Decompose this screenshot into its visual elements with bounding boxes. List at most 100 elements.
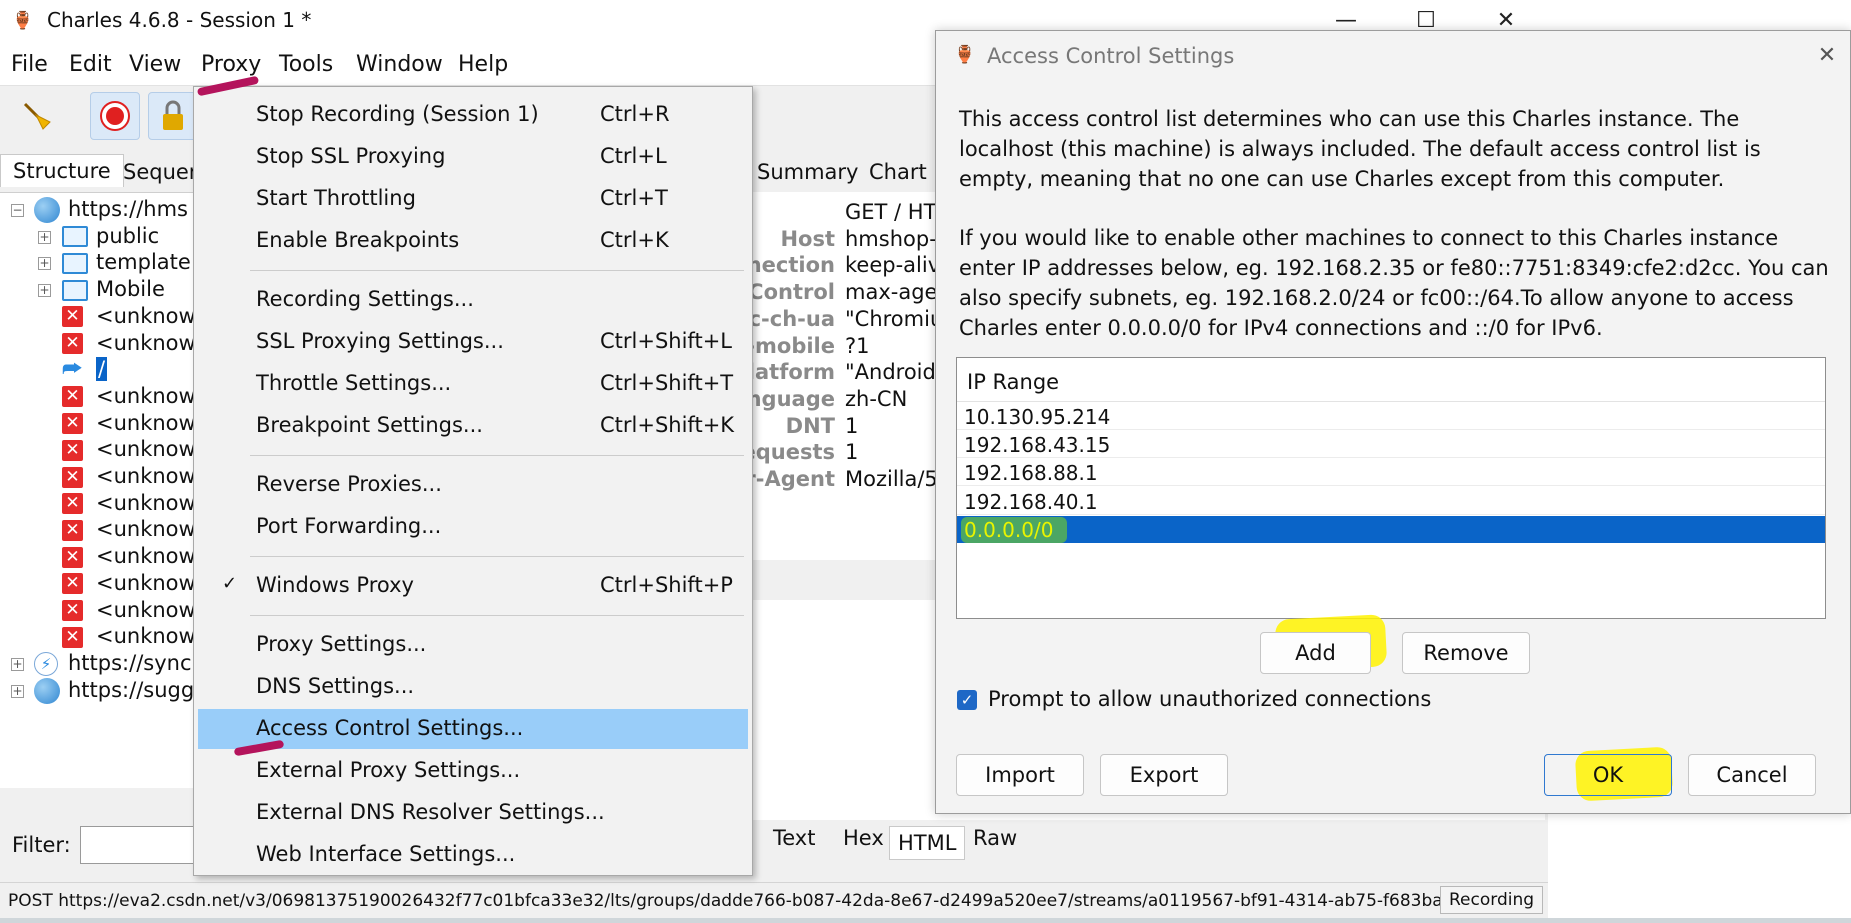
proxy-menu-item[interactable]: External DNS Resolver Settings... <box>198 793 748 833</box>
proxy-menu-item[interactable]: Throttle Settings... Ctrl+Shift+T <box>198 364 748 404</box>
recording-status-badge[interactable]: Recording <box>1440 886 1544 914</box>
filter-label: Filter: <box>12 833 71 857</box>
expand-toggle-icon[interactable]: + <box>11 684 24 698</box>
tab-text[interactable]: Text <box>765 822 823 854</box>
error-icon: ✕ <box>62 306 83 328</box>
proxy-menu-item[interactable]: External Proxy Settings... <box>198 751 748 791</box>
tree-node-label: <unknow <box>96 570 195 595</box>
menu-view[interactable]: View <box>129 52 181 77</box>
proxy-menu-item[interactable]: SSL Proxying Settings... Ctrl+Shift+L <box>198 322 748 362</box>
menu-item-label: Access Control Settings... <box>256 716 524 740</box>
header-value: Mozilla/5 <box>845 467 938 491</box>
remove-button[interactable]: Remove <box>1402 632 1530 674</box>
proxy-menu-item[interactable]: Proxy Settings... <box>198 625 748 665</box>
error-icon: ✕ <box>62 413 83 435</box>
navigator-tabs: Structure Sequer <box>0 154 200 190</box>
ip-range-row[interactable]: 0.0.0.0/0 <box>957 515 1825 543</box>
ip-range-row[interactable]: 192.168.40.1 <box>957 488 1825 515</box>
error-icon: ✕ <box>62 466 83 488</box>
ssl-proxying-button[interactable] <box>148 92 198 140</box>
menu-file[interactable]: File <box>11 52 48 77</box>
tree-node-label: public <box>96 223 160 248</box>
filter-input[interactable] <box>80 826 200 864</box>
header-value: zh-CN <box>845 386 908 411</box>
menu-item-shortcut: Ctrl+L <box>600 144 667 168</box>
ip-range-header[interactable]: IP Range <box>957 358 1825 402</box>
proxy-menu-item[interactable]: Recording Settings... <box>198 280 748 320</box>
header-key: latform <box>747 360 835 385</box>
redirect-arrow-icon: ⮫ <box>62 357 83 383</box>
instructions-paragraph: If you would like to enable other machin… <box>959 226 1829 340</box>
error-icon: ✕ <box>62 600 83 621</box>
dialog-close-button[interactable]: ✕ <box>1812 41 1842 71</box>
ip-range-value: 192.168.40.1 <box>964 489 1098 514</box>
clear-session-button[interactable] <box>12 92 62 140</box>
menu-edit[interactable]: Edit <box>69 52 112 77</box>
proxy-menu-item[interactable]: Stop SSL Proxying Ctrl+L <box>198 137 748 177</box>
proxy-menu-item[interactable]: Start Throttling Ctrl+T <box>198 179 748 219</box>
error-icon: ✕ <box>62 386 83 408</box>
proxy-menu-item[interactable]: Port Forwarding... <box>198 507 748 547</box>
ip-range-value: 0.0.0.0/0 <box>964 517 1054 542</box>
tab-summary[interactable]: Summary <box>745 156 870 188</box>
error-icon: ✕ <box>62 333 83 354</box>
menu-item-shortcut: Ctrl+Shift+K <box>600 413 735 437</box>
record-button[interactable] <box>90 92 140 140</box>
expand-toggle-icon[interactable]: + <box>38 284 51 298</box>
ip-range-row[interactable]: 192.168.88.1 <box>957 459 1825 487</box>
import-button[interactable]: Import <box>956 754 1084 796</box>
menu-help[interactable]: Help <box>458 52 508 77</box>
proxy-dropdown-menu: Stop Recording (Session 1) Ctrl+R Stop SSL… <box>193 86 753 876</box>
tab-chart[interactable]: Chart <box>857 156 939 188</box>
prompt-label: Prompt to allow unauthorized connections <box>988 687 1432 711</box>
proxy-menu-item[interactable]: Breakpoint Settings... Ctrl+Shift+K <box>198 406 748 446</box>
error-icon: ✕ <box>62 519 83 541</box>
header-key: a-mobile <box>745 333 835 358</box>
expand-toggle-icon[interactable]: + <box>38 230 51 244</box>
export-button[interactable]: Export <box>1100 754 1228 796</box>
ip-range-value: 10.130.95.214 <box>964 405 1111 429</box>
menu-item-label: Reverse Proxies... <box>256 472 442 496</box>
prompt-checkbox[interactable]: ✓ <box>957 690 977 710</box>
tab-html[interactable]: HTML <box>889 826 966 860</box>
checkmark-icon: ✓ <box>222 573 238 594</box>
body-view-tabs: Text Hex HTML Raw <box>765 820 1065 860</box>
dialog-title: Access Control Settings <box>987 44 1235 68</box>
menu-tools[interactable]: Tools <box>279 52 333 77</box>
cancel-button[interactable]: Cancel <box>1688 754 1816 796</box>
tab-hex[interactable]: Hex <box>835 822 892 854</box>
tree-node-label: Mobile <box>96 277 165 302</box>
ip-range-row[interactable]: 192.168.43.15 <box>957 431 1825 459</box>
proxy-menu-item[interactable]: Stop Recording (Session 1) Ctrl+R <box>198 95 748 135</box>
record-icon <box>100 101 130 131</box>
header-key: -Control <box>745 280 835 305</box>
expand-toggle-icon[interactable]: − <box>11 204 24 217</box>
header-value: GET / HT <box>845 200 937 224</box>
broom-icon <box>23 102 51 130</box>
ok-button[interactable]: OK <box>1544 754 1672 796</box>
header-key: Host <box>780 226 835 251</box>
proxy-menu-item[interactable]: Web Interface Settings... <box>198 835 748 875</box>
menu-window[interactable]: Window <box>356 52 443 77</box>
error-icon: ✕ <box>62 626 83 648</box>
expand-toggle-icon[interactable]: + <box>11 657 24 671</box>
folder-icon <box>62 226 88 248</box>
header-key: equests <box>745 440 835 465</box>
add-button[interactable]: Add <box>1260 632 1371 674</box>
menu-proxy[interactable]: Proxy <box>201 52 261 77</box>
menu-item-label: External Proxy Settings... <box>256 758 521 782</box>
tree-node-label: <unknow <box>96 544 195 569</box>
ip-range-row[interactable]: 10.130.95.214 <box>957 403 1825 430</box>
tree-node-label: <unknow <box>96 303 195 328</box>
proxy-menu-item[interactable]: DNS Settings... <box>198 667 748 707</box>
tree-node-label: template <box>96 250 191 275</box>
tab-raw[interactable]: Raw <box>965 822 1025 854</box>
menu-item-label: Breakpoint Settings... <box>256 413 483 437</box>
menu-separator <box>250 556 744 557</box>
expand-toggle-icon[interactable]: + <box>38 257 51 271</box>
header-value: keep-aliv <box>845 253 941 278</box>
tab-structure[interactable]: Structure <box>0 154 124 187</box>
proxy-menu-item[interactable]: Reverse Proxies... <box>198 465 748 505</box>
proxy-menu-item[interactable]: Enable Breakpoints Ctrl+K <box>198 221 748 261</box>
proxy-menu-item[interactable]: ✓ Windows Proxy Ctrl+Shift+P <box>198 566 748 606</box>
